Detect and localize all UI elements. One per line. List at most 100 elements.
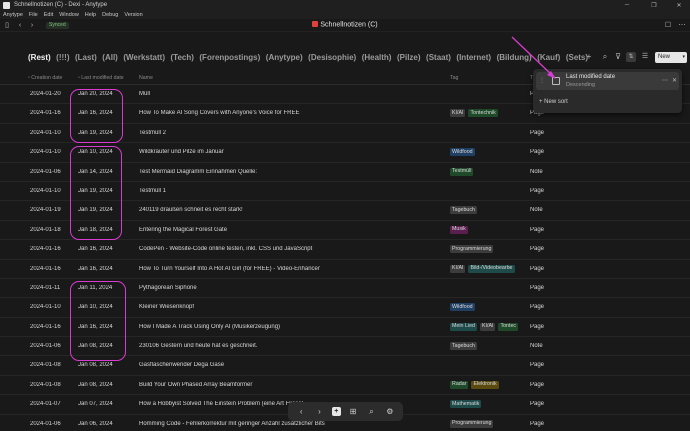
- tab-tech[interactable]: (Tech): [170, 53, 193, 62]
- tag-badge: Mathematik: [450, 400, 482, 409]
- modified-date: Jan 16, 2024: [78, 265, 113, 272]
- col-created[interactable]: ▫ Creation date: [28, 75, 62, 81]
- object-name: CodePen - Website-Code online testen, in…: [139, 246, 313, 253]
- modified-date: Jan 18, 2024: [78, 226, 113, 233]
- table-row[interactable]: 2024-01-10 Jan 10, 2024 Kleiner Wiesenknop…: [0, 298, 690, 318]
- tab-urgent[interactable]: (!!!): [56, 53, 69, 62]
- object-name: Kleiner Wiesenknopf: [139, 304, 195, 311]
- tag-badge: Bild-/Videobearbe: [468, 264, 515, 273]
- object-name: Testmüll 2: [139, 129, 167, 136]
- tag-badge: Mein Lied: [450, 322, 477, 331]
- minimize-button[interactable]: ─: [618, 0, 636, 10]
- tab-bildung[interactable]: (Bildung): [497, 53, 532, 62]
- sort-field-label: Last modified date: [566, 74, 616, 80]
- restore-button[interactable]: ❐: [645, 0, 663, 10]
- add-view-button[interactable]: +: [584, 52, 594, 62]
- menu-version[interactable]: Version: [124, 12, 142, 18]
- menu-window[interactable]: Window: [59, 12, 79, 18]
- graph-icon[interactable]: ⊞: [347, 406, 359, 418]
- menu-anytype[interactable]: Anytype: [3, 12, 23, 18]
- object-name: Müll: [139, 91, 151, 97]
- table-row[interactable]: 2024-01-16 Jan 16, 2024 How I Made A Track…: [0, 318, 690, 338]
- sort-direction[interactable]: Descending: [566, 82, 595, 88]
- close-icon[interactable]: ✕: [672, 77, 677, 84]
- window-titlebar: Schnellnotizen (C) - Dexi - Anytype ─ ❐ …: [0, 0, 690, 10]
- chevron-down-icon[interactable]: ▾: [682, 52, 685, 63]
- tab-pilze[interactable]: (Pilze): [397, 53, 421, 62]
- modified-date: Jan 08, 2024: [78, 362, 113, 369]
- new-object-button[interactable]: New ▾: [655, 52, 687, 63]
- table-row[interactable]: 2024-01-11 Jan 11, 2024 Pythagorean Siphon…: [0, 279, 690, 299]
- forward-arrow-icon[interactable]: ›: [313, 406, 325, 418]
- modified-date: Jan 19, 2024: [78, 129, 113, 136]
- created-date: 2024-01-20: [30, 91, 61, 97]
- tag-badge: Programmierung: [450, 245, 494, 254]
- table-row[interactable]: 2024-01-16 Jan 16, 2024 CodePen - Website-…: [0, 240, 690, 260]
- table-row[interactable]: 2024-01-18 Jan 18, 2024 Entering the Magic…: [0, 221, 690, 241]
- tab-internet[interactable]: (Internet): [456, 53, 491, 62]
- table-row[interactable]: 2024-01-19 Jan 19, 2024 240119 draußen sch…: [0, 201, 690, 221]
- back-arrow-icon[interactable]: ‹: [295, 406, 307, 418]
- layout-icon[interactable]: ☐: [664, 22, 672, 29]
- tab-desisophie[interactable]: (Desisophie): [308, 53, 356, 62]
- tab-last[interactable]: (Last): [75, 53, 97, 62]
- menu-edit[interactable]: Edit: [44, 12, 53, 18]
- tab-forenpostings[interactable]: (Forenpostings): [199, 53, 260, 62]
- close-button[interactable]: ✕: [670, 0, 688, 10]
- tag-badge: Wildfood: [450, 303, 475, 312]
- object-name: Testmüll 1: [139, 187, 167, 194]
- col-modified[interactable]: ▫ Last modified date: [78, 75, 124, 81]
- menu-file[interactable]: File: [29, 12, 38, 18]
- tab-health[interactable]: (Health): [362, 53, 392, 62]
- more-icon[interactable]: ⋯: [678, 22, 686, 29]
- object-type: Page: [530, 304, 545, 311]
- table-body: 2024-01-20Jan 20, 2024MüllPage2024-01-16…: [0, 85, 690, 431]
- sort-icon[interactable]: ⇅: [626, 52, 636, 62]
- filter-icon[interactable]: ⊽: [613, 52, 623, 62]
- menu-debug[interactable]: Debug: [102, 12, 118, 18]
- tag-badge: Tagebuch: [450, 206, 477, 215]
- new-sort-button[interactable]: + New sort: [539, 99, 568, 105]
- object-type: Page: [530, 246, 545, 253]
- col-tag[interactable]: Tag: [450, 75, 458, 81]
- more-icon[interactable]: ⋯: [662, 77, 668, 84]
- menu-help[interactable]: Help: [85, 12, 96, 18]
- object-type: Page: [530, 381, 545, 388]
- plus-icon[interactable]: +: [331, 407, 341, 416]
- search-icon[interactable]: ⌕: [365, 406, 377, 418]
- settings-icon[interactable]: ☰: [640, 52, 650, 62]
- table-row[interactable]: 2024-01-10 Jan 10, 2024 Wildkräuter und Pi…: [0, 143, 690, 163]
- tab-rest[interactable]: (Rest): [28, 53, 51, 62]
- tab-kauf[interactable]: (Kauf): [537, 53, 560, 62]
- created-date: 2024-01-10: [30, 149, 61, 156]
- table-row[interactable]: 2024-01-08 Jan 08, 2024 Gasflaschenwender …: [0, 356, 690, 376]
- object-name: Test Mermaid Diagramm Einnahmen Quelle:: [139, 168, 258, 175]
- table-row[interactable]: 2024-01-10 Jan 19, 2024 Testmüll 2 Page: [0, 124, 690, 144]
- table-row[interactable]: 2024-01-08 Jan 08, 2024 Build Your Own Pha…: [0, 376, 690, 396]
- tag-badge: KI/AI: [450, 109, 466, 118]
- table-row[interactable]: 2024-01-10 Jan 19, 2024 Testmüll 1 Page: [0, 182, 690, 202]
- calendar-icon: [552, 77, 560, 85]
- settings-icon[interactable]: ⚙: [384, 406, 396, 418]
- tab-anytype[interactable]: (Anytype): [266, 53, 303, 62]
- set-icon: [312, 21, 319, 27]
- drag-handle-icon[interactable]: ⋮: [539, 77, 545, 84]
- object-type: Page: [530, 265, 545, 272]
- created-date: 2024-01-08: [30, 381, 61, 388]
- tab-all[interactable]: (All): [102, 53, 118, 62]
- tab-werkstatt[interactable]: (Werkstatt): [123, 53, 165, 62]
- object-type: Note: [530, 343, 543, 350]
- object-type: Page: [530, 149, 545, 156]
- object-type: Page: [530, 323, 545, 330]
- col-name[interactable]: Name: [139, 75, 153, 81]
- tab-staat[interactable]: (Staat): [426, 53, 451, 62]
- tag-list: Wildfood: [450, 303, 528, 312]
- table-row[interactable]: 2024-01-06 Jan 14, 2024 Test Mermaid Diagr…: [0, 163, 690, 182]
- table-row[interactable]: 2024-01-16 Jan 16, 2024 How To Turn Yourse…: [0, 260, 690, 279]
- search-icon[interactable]: ⌕: [600, 52, 610, 62]
- modified-date: Jan 14, 2024: [78, 168, 113, 175]
- sort-rule[interactable]: ⋮ Last modified date Descending ⋯ ✕: [536, 72, 679, 90]
- table-row[interactable]: 2024-01-06 Jan 08, 2024 230106 Gestern und…: [0, 337, 690, 357]
- object-name: How To Turn Yourself Into A Hot AI Girl …: [139, 265, 320, 272]
- modified-date: Jan 19, 2024: [78, 207, 113, 214]
